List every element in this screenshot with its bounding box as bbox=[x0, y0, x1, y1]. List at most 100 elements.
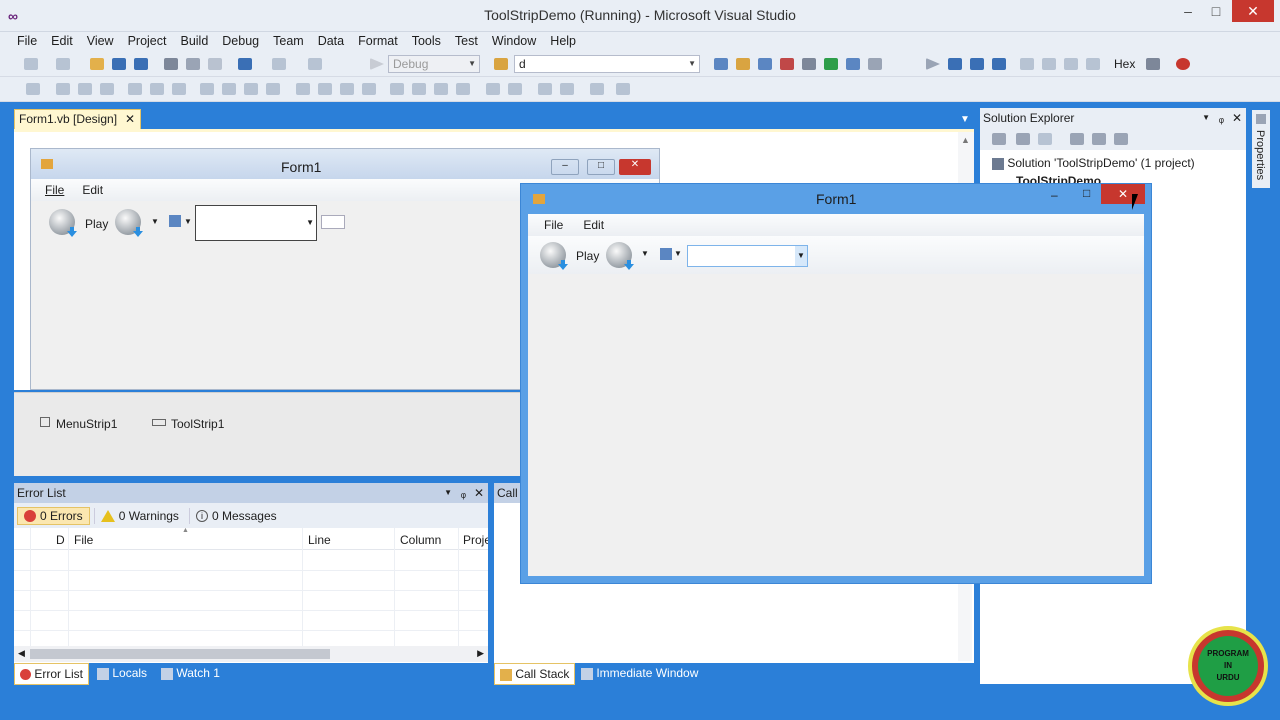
col-project[interactable]: Proje bbox=[463, 533, 488, 547]
maximize-button[interactable]: □ bbox=[1083, 186, 1090, 200]
play-button[interactable]: Play bbox=[85, 217, 108, 231]
layout-tool-icon[interactable] bbox=[200, 83, 214, 95]
find-in-files-icon[interactable] bbox=[494, 58, 508, 70]
menu-item-tools[interactable]: Tools bbox=[405, 32, 448, 52]
save-all-icon[interactable] bbox=[134, 58, 148, 70]
layout-tool-icon[interactable] bbox=[172, 83, 186, 95]
continue-icon[interactable] bbox=[926, 58, 940, 70]
layout-tool-icon[interactable] bbox=[434, 83, 448, 95]
image-dropdown-icon[interactable] bbox=[660, 248, 672, 260]
warnings-filter[interactable]: 0 Warnings bbox=[93, 507, 185, 524]
restart-icon[interactable] bbox=[992, 58, 1006, 70]
design-combobox[interactable]: ▼ bbox=[195, 205, 317, 241]
navigate-icon[interactable] bbox=[308, 58, 322, 70]
chevron-down-icon[interactable]: ▼ bbox=[641, 249, 649, 258]
hex-button[interactable]: Hex bbox=[1114, 57, 1135, 71]
layout-tool-icon[interactable] bbox=[244, 83, 258, 95]
col-file[interactable]: File bbox=[74, 533, 93, 547]
menu-edit[interactable]: Edit bbox=[583, 214, 604, 236]
solution-config-combo[interactable]: Debug ▼ bbox=[388, 55, 480, 73]
close-icon[interactable]: ✕ bbox=[474, 483, 484, 503]
layout-tool-icon[interactable] bbox=[318, 83, 332, 95]
stop-icon[interactable] bbox=[970, 58, 984, 70]
layout-tool-icon[interactable] bbox=[508, 83, 522, 95]
new-project-icon[interactable] bbox=[24, 58, 38, 70]
layout-tool-icon[interactable] bbox=[538, 83, 552, 95]
layout-tool-icon[interactable] bbox=[100, 83, 114, 95]
layout-tool-icon[interactable] bbox=[412, 83, 426, 95]
pin-icon[interactable]: ᵩ bbox=[1219, 108, 1224, 128]
close-icon[interactable]: ✕ bbox=[1232, 108, 1242, 128]
tool5-icon[interactable] bbox=[802, 58, 816, 70]
menu-item-format[interactable]: Format bbox=[351, 32, 405, 52]
minimize-button[interactable]: – bbox=[1051, 188, 1058, 202]
layout-tool-icon[interactable] bbox=[296, 83, 310, 95]
tab-form1-design[interactable]: Form1.vb [Design] ✕ bbox=[14, 109, 141, 130]
layout-tool-icon[interactable] bbox=[616, 83, 630, 95]
pause-icon[interactable] bbox=[948, 58, 962, 70]
breakpoint-icon[interactable] bbox=[1176, 58, 1190, 70]
database-icon[interactable] bbox=[540, 242, 566, 268]
tab-watch1[interactable]: Watch 1 bbox=[156, 663, 225, 685]
close-icon[interactable]: ✕ bbox=[125, 110, 135, 129]
menu-item-window[interactable]: Window bbox=[485, 32, 543, 52]
database-dropdown-icon[interactable] bbox=[115, 209, 141, 235]
layout-tool-icon[interactable] bbox=[362, 83, 376, 95]
chevron-down-icon[interactable]: ▼ bbox=[444, 483, 452, 503]
menu-item-data[interactable]: Data bbox=[311, 32, 351, 52]
add-item-icon[interactable] bbox=[56, 58, 70, 70]
close-button[interactable]: ✕ bbox=[1232, 0, 1274, 22]
open-icon[interactable] bbox=[90, 58, 104, 70]
play-button[interactable]: Play bbox=[576, 249, 599, 263]
chevron-down-icon[interactable]: ▼ bbox=[151, 217, 159, 226]
scroll-right-icon[interactable]: ▶ bbox=[477, 648, 484, 659]
image-dropdown-icon[interactable] bbox=[169, 215, 181, 227]
scroll-up-icon[interactable]: ▲ bbox=[961, 135, 970, 145]
save-icon[interactable] bbox=[112, 58, 126, 70]
close-button[interactable]: ✕ bbox=[1101, 184, 1145, 204]
step-out-icon[interactable] bbox=[1064, 58, 1078, 70]
maximize-button[interactable]: □ bbox=[1200, 0, 1232, 22]
scroll-thumb[interactable] bbox=[30, 649, 330, 659]
layout-tool-icon[interactable] bbox=[560, 83, 574, 95]
layout-tool-icon[interactable] bbox=[56, 83, 70, 95]
layout-tool-icon[interactable] bbox=[590, 83, 604, 95]
threads-icon[interactable] bbox=[1146, 58, 1160, 70]
solution-node[interactable]: Solution 'ToolStripDemo' (1 project) bbox=[992, 156, 1195, 170]
database-dropdown-icon[interactable] bbox=[606, 242, 632, 268]
error-hscrollbar[interactable]: ◀ ▶ bbox=[14, 646, 488, 662]
layout-tool-icon[interactable] bbox=[390, 83, 404, 95]
tab-list-dropdown-icon[interactable]: ▼ bbox=[960, 114, 970, 125]
database-icon[interactable] bbox=[49, 209, 75, 235]
tab-error-list[interactable]: Error List bbox=[14, 663, 90, 685]
tool7-icon[interactable] bbox=[846, 58, 860, 70]
properties-icon[interactable] bbox=[1070, 133, 1084, 145]
step-into-icon[interactable] bbox=[1020, 58, 1034, 70]
menu-item-build[interactable]: Build bbox=[173, 32, 215, 52]
properties-side-tab[interactable]: Properties bbox=[1252, 110, 1270, 188]
col-d[interactable]: D bbox=[56, 533, 65, 547]
menu-item-team[interactable]: Team bbox=[266, 32, 311, 52]
menu-file[interactable]: File bbox=[45, 179, 64, 201]
paste-icon[interactable] bbox=[208, 58, 222, 70]
layout-tool-icon[interactable] bbox=[486, 83, 500, 95]
layout-tool-icon[interactable] bbox=[222, 83, 236, 95]
step-over-icon[interactable] bbox=[1042, 58, 1056, 70]
find-combo[interactable]: d ▼ bbox=[514, 55, 700, 73]
menu-file[interactable]: File bbox=[544, 214, 563, 236]
pin-icon[interactable]: ᵩ bbox=[461, 483, 466, 503]
menu-item-test[interactable]: Test bbox=[448, 32, 485, 52]
menu-edit[interactable]: Edit bbox=[82, 179, 103, 201]
show-next-icon[interactable] bbox=[1086, 58, 1100, 70]
tab-call-stack[interactable]: Call Stack bbox=[494, 663, 576, 685]
copy-icon[interactable] bbox=[186, 58, 200, 70]
chevron-down-icon[interactable]: ▼ bbox=[795, 246, 807, 266]
tool3-icon[interactable] bbox=[758, 58, 772, 70]
tab-locals[interactable]: Locals bbox=[92, 663, 152, 685]
refresh-icon[interactable] bbox=[1016, 133, 1030, 145]
view-class-icon[interactable] bbox=[1114, 133, 1128, 145]
cut-icon[interactable] bbox=[164, 58, 178, 70]
show-all-icon[interactable] bbox=[1092, 133, 1106, 145]
layout-tool-icon[interactable] bbox=[78, 83, 92, 95]
tray-menustrip[interactable]: MenuStrip1 bbox=[56, 417, 117, 431]
